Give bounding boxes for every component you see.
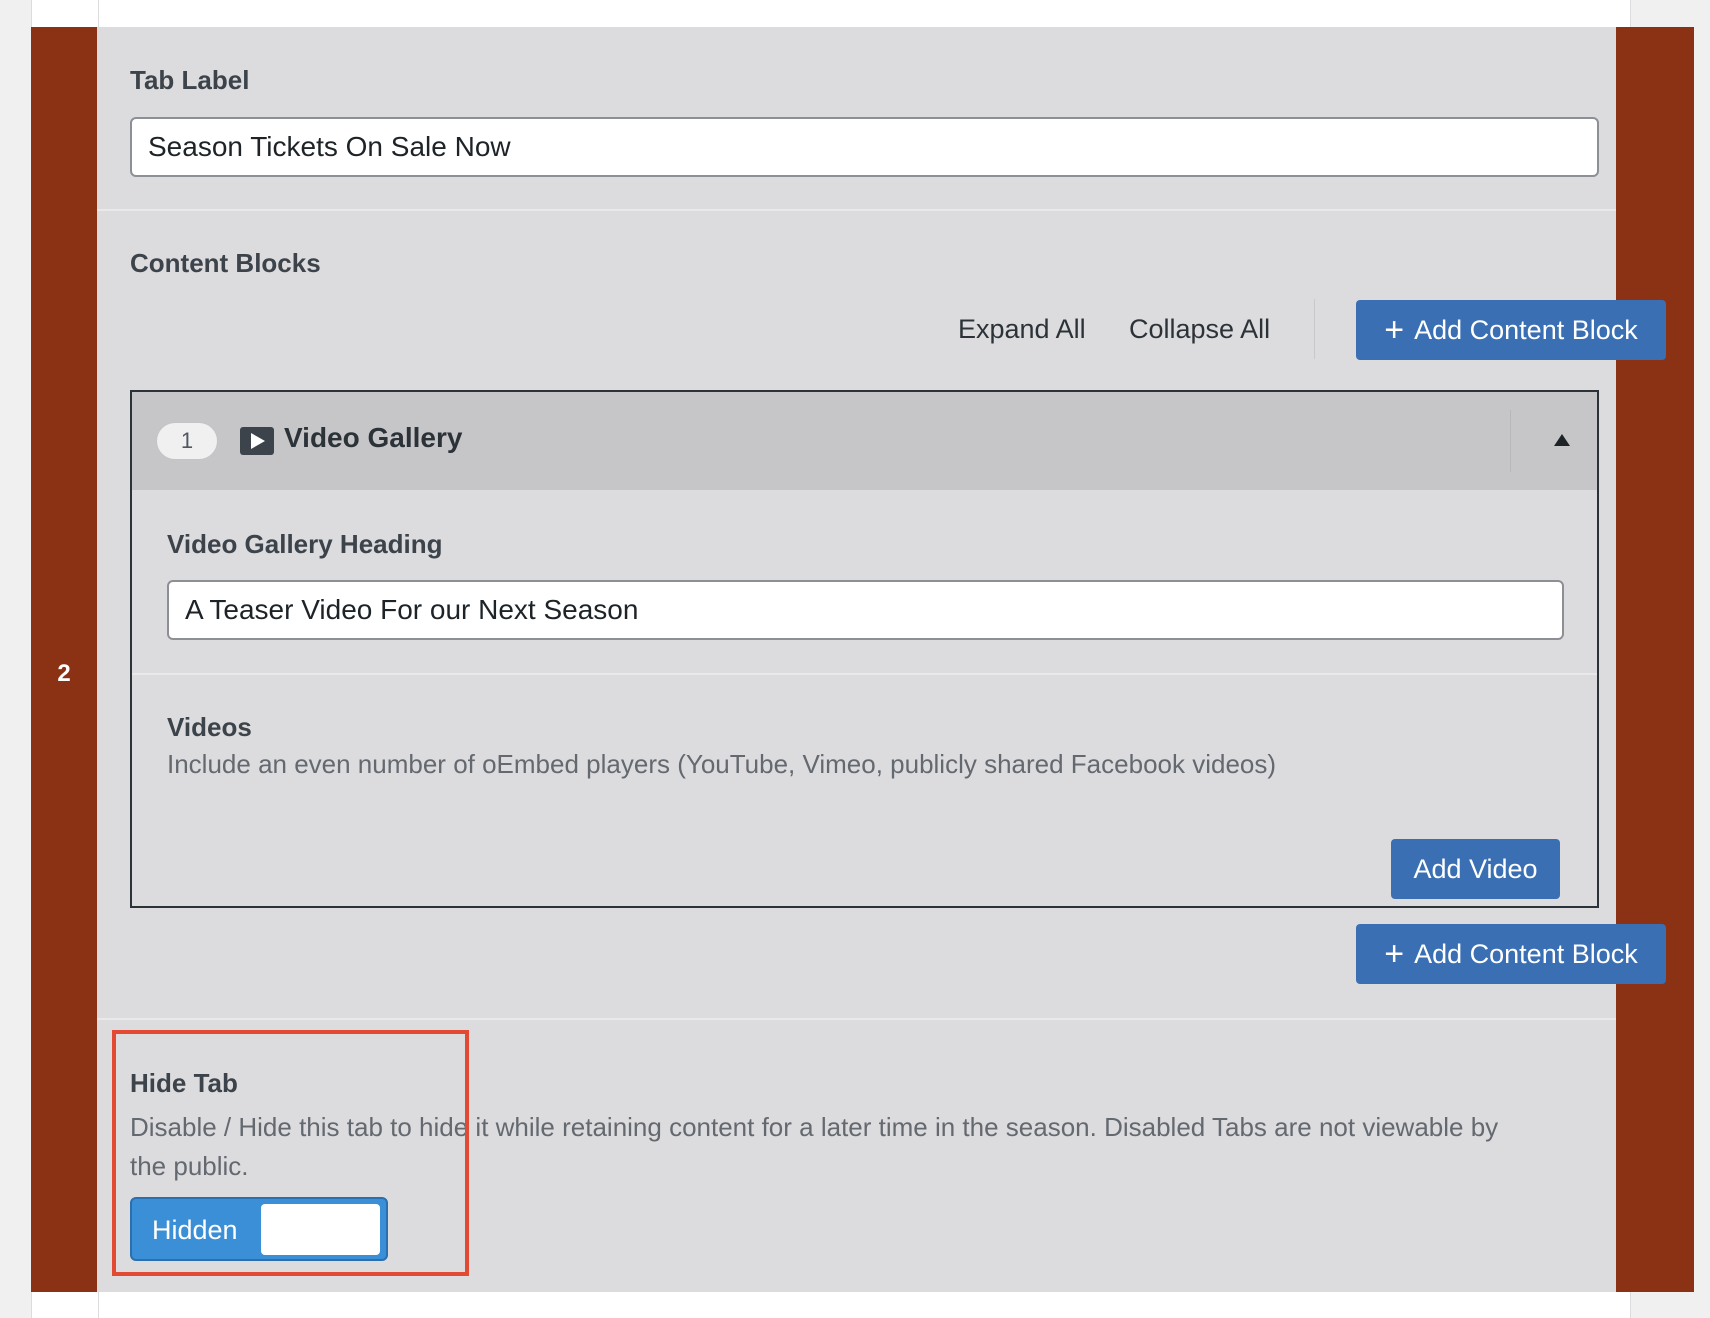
videos-label: Videos	[167, 712, 252, 742]
add-content-block-label: Add Content Block	[1414, 938, 1638, 969]
divider	[132, 673, 1597, 675]
tab-label-input[interactable]: Season Tickets On Sale Now	[130, 117, 1599, 177]
hide-tab-description: Disable / Hide this tab to hide it while…	[130, 1112, 1499, 1181]
expand-all-button[interactable]: Expand All	[958, 314, 1086, 345]
divider	[97, 1018, 1616, 1020]
hide-tab-label: Hide Tab	[130, 1068, 238, 1098]
collapse-all-button[interactable]: Collapse All	[1129, 314, 1270, 345]
collapse-arrow-icon[interactable]	[1550, 428, 1574, 452]
frame-top	[31, 0, 1631, 27]
row-drag-handle[interactable]: 2	[31, 27, 97, 1292]
video-gallery-heading-input[interactable]: A Teaser Video For our Next Season	[167, 580, 1564, 640]
row-body: Tab Label Season Tickets On Sale Now Con…	[97, 27, 1666, 1292]
plus-icon: +	[1384, 935, 1405, 973]
tab-label-heading: Tab Label	[130, 65, 250, 95]
row-number: 2	[57, 660, 71, 687]
plus-icon: +	[1384, 311, 1405, 349]
content-block-header[interactable]: 1 Video Gallery	[132, 392, 1597, 490]
toggle-label: Hidden	[152, 1215, 238, 1245]
add-content-block-bottom-button[interactable]: + Add Content Block	[1356, 924, 1666, 984]
add-content-block-button[interactable]: + Add Content Block	[1356, 300, 1666, 360]
video-gallery-heading-label: Video Gallery Heading	[167, 529, 443, 559]
add-content-block-label: Add Content Block	[1414, 314, 1638, 345]
toolbar-separator	[1314, 299, 1315, 359]
header-separator	[1510, 410, 1511, 472]
content-block-title: Video Gallery	[284, 422, 463, 453]
frame-divider	[98, 1292, 99, 1318]
frame-divider	[98, 0, 99, 27]
hide-tab-toggle[interactable]: Hidden	[130, 1197, 388, 1261]
row-actions-handle[interactable]	[1616, 27, 1694, 1292]
videos-description: Include an even number of oEmbed players…	[167, 749, 1277, 779]
content-blocks-heading: Content Blocks	[130, 248, 321, 278]
video-play-icon	[240, 427, 274, 455]
repeater-row: 2 Tab Label Season Tickets On Sale Now C…	[31, 27, 1694, 1292]
toggle-knob	[261, 1204, 380, 1255]
content-block-video-gallery: 1 Video Gallery Video Gallery Heading A …	[130, 390, 1599, 908]
divider	[97, 209, 1616, 211]
add-video-button[interactable]: Add Video	[1391, 839, 1560, 899]
frame-bottom	[31, 1292, 1631, 1318]
block-order-badge: 1	[156, 422, 218, 460]
